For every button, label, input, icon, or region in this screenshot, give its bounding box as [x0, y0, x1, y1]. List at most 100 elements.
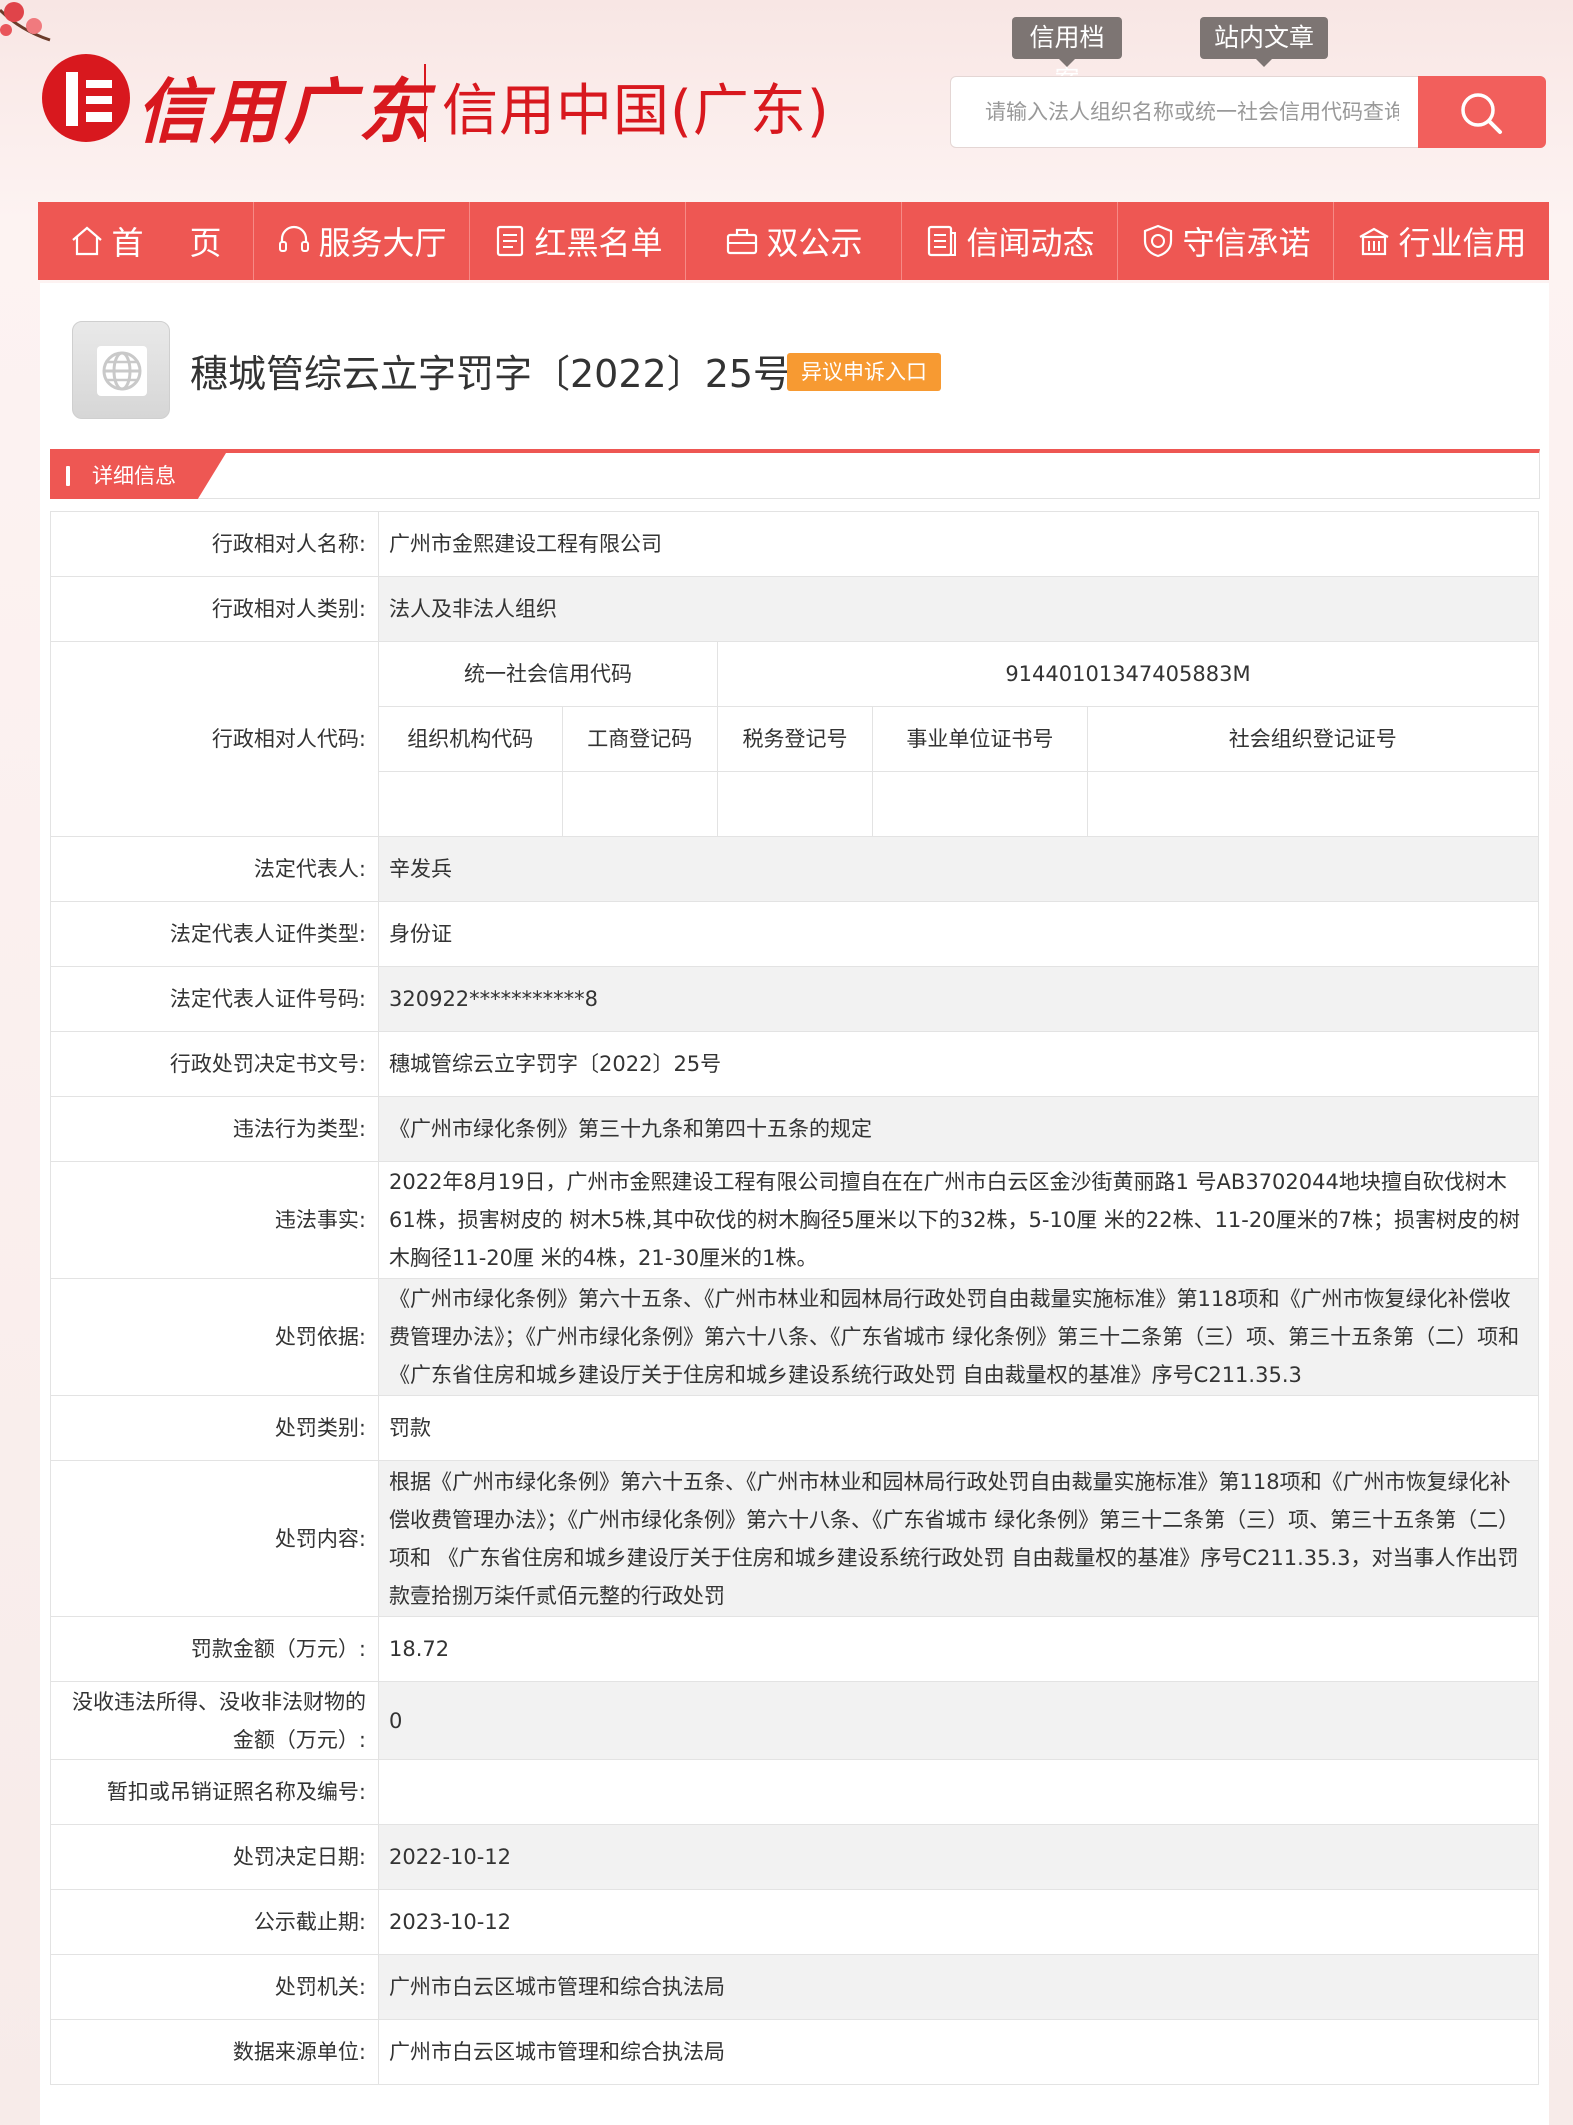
section-label: 详细信息	[92, 464, 176, 488]
org-code-value	[379, 771, 563, 836]
institution-cert-header: 事业单位证书号	[872, 706, 1088, 772]
party-codes-cell: 统一社会信用代码 91440101347405883M 组织机构代码 工商登记码…	[378, 641, 1539, 837]
field-label: 没收违法所得、没收非法财物的金额（万元）:	[50, 1681, 379, 1760]
building-icon	[1359, 227, 1390, 256]
search-button[interactable]	[1418, 76, 1546, 148]
nav-item-home[interactable]: 首页	[38, 202, 254, 280]
field-label: 行政相对人名称:	[50, 511, 379, 577]
home-icon	[72, 226, 103, 256]
penalty-content-value: 根据《广州市绿化条例》第六十五条、《广州市林业和园林局行政处罚自由裁量实施标准》…	[378, 1460, 1539, 1617]
field-label: 行政相对人类别:	[50, 576, 379, 642]
table-row: 法定代表人: 辛发兵	[50, 836, 1539, 902]
main-nav: 首页 服务大厅 红黑名单 双公示 信闻动态 守信承诺 行业信用	[38, 202, 1549, 280]
search-box	[950, 76, 1546, 148]
field-label: 违法事实:	[50, 1161, 379, 1279]
headset-icon	[279, 225, 310, 252]
record-title: 穗城管综云立字罚字〔2022〕25号	[190, 352, 792, 396]
logo-divider	[424, 64, 426, 142]
field-label: 处罚依据:	[50, 1278, 379, 1396]
nav-label: 双公示	[766, 224, 863, 262]
tax-reg-value	[716, 771, 874, 836]
decision-date-value: 2022-10-12	[378, 1824, 1539, 1890]
legal-rep-value: 辛发兵	[378, 836, 1539, 902]
table-row: 行政处罚决定书文号: 穗城管综云立字罚字〔2022〕25号	[50, 1031, 1539, 1097]
table-row: 处罚类别: 罚款	[50, 1395, 1539, 1461]
public-end-value: 2023-10-12	[378, 1889, 1539, 1955]
table-row: 罚款金额（万元）: 18.72	[50, 1616, 1539, 1682]
table-row: 数据来源单位: 广州市白云区城市管理和综合执法局	[50, 2019, 1539, 2085]
table-row: 法定代表人证件号码: 320922***********8	[50, 966, 1539, 1032]
nav-item-service-hall[interactable]: 服务大厅	[254, 202, 470, 280]
table-row: 行政相对人名称: 广州市金熙建设工程有限公司	[50, 511, 1539, 577]
table-row: 处罚机关: 广州市白云区城市管理和综合执法局	[50, 1954, 1539, 2020]
field-label: 处罚内容:	[50, 1460, 379, 1617]
tab-credit-archive[interactable]: 信用档案	[1012, 17, 1122, 94]
logo-seal-icon	[42, 54, 130, 142]
logo-subtitle: 信用中国(广东)	[442, 79, 830, 144]
table-row: 处罚决定日期: 2022-10-12	[50, 1824, 1539, 1890]
shield-icon	[1144, 224, 1173, 258]
table-row: 暂扣或吊销证照名称及编号:	[50, 1759, 1539, 1825]
table-row: 行政相对人代码: 统一社会信用代码 91440101347405883M 组织机…	[50, 641, 1539, 837]
table-row: 法定代表人证件类型: 身份证	[50, 901, 1539, 967]
search-input[interactable]	[951, 77, 1419, 147]
field-label: 罚款金额（万元）:	[50, 1616, 379, 1682]
field-label: 法定代表人证件类型:	[50, 901, 379, 967]
nav-item-industry-credit[interactable]: 行业信用	[1334, 202, 1549, 280]
record-panel: 穗城管综云立字罚字〔2022〕25号 异议申诉入口 详细信息 行政相对人名称: …	[40, 283, 1549, 2125]
table-row: 违法事实: 2022年8月19日，广州市金熙建设工程有限公司擅自在在广州市白云区…	[50, 1161, 1539, 1279]
facts-value: 2022年8月19日，广州市金熙建设工程有限公司擅自在在广州市白云区金沙街黄丽路…	[378, 1161, 1539, 1279]
field-label: 数据来源单位:	[50, 2019, 379, 2085]
tab-site-articles[interactable]: 站内文章	[1200, 17, 1328, 67]
table-row: 公示截止期: 2023-10-12	[50, 1889, 1539, 1955]
table-row: 处罚依据: 《广州市绿化条例》第六十五条、《广州市林业和园林局行政处罚自由裁量实…	[50, 1278, 1539, 1396]
nav-item-integrity-pledge[interactable]: 守信承诺	[1118, 202, 1334, 280]
table-row: 违法行为类型: 《广州市绿化条例》第三十九条和第四十五条的规定	[50, 1096, 1539, 1162]
field-label: 处罚类别:	[50, 1395, 379, 1461]
section-marker	[66, 466, 70, 486]
decision-no-value: 穗城管综云立字罚字〔2022〕25号	[378, 1031, 1539, 1097]
field-label: 处罚机关:	[50, 1954, 379, 2020]
violation-type-value: 《广州市绿化条例》第三十九条和第四十五条的规定	[378, 1096, 1539, 1162]
usc-value: 91440101347405883M	[716, 642, 1538, 707]
table-row: 行政相对人类别: 法人及非法人组织	[50, 576, 1539, 642]
business-reg-value	[561, 771, 718, 836]
tax-reg-header: 税务登记号	[716, 706, 874, 772]
org-code-header: 组织机构代码	[379, 706, 563, 772]
usc-label: 统一社会信用代码	[379, 642, 718, 707]
basis-value: 《广州市绿化条例》第六十五条、《广州市林业和园林局行政处罚自由裁量实施标准》第1…	[378, 1278, 1539, 1396]
nav-item-credit-news[interactable]: 信闻动态	[902, 202, 1118, 280]
globe-document-icon	[97, 346, 147, 396]
tab-details[interactable]: 详细信息	[50, 453, 226, 499]
nav-label: 服务大厅	[318, 224, 447, 262]
id-type-value: 身份证	[378, 901, 1539, 967]
license-value	[378, 1759, 1539, 1825]
authority-value: 广州市白云区城市管理和综合执法局	[378, 1954, 1539, 2020]
appeal-entry-button[interactable]: 异议申诉入口	[787, 353, 941, 391]
field-label: 行政相对人代码:	[50, 641, 379, 837]
data-source-value: 广州市白云区城市管理和综合执法局	[378, 2019, 1539, 2085]
table-row: 没收违法所得、没收非法财物的金额（万元）: 0	[50, 1681, 1539, 1760]
site-header: 信用广东 信用中国(广东) 信用档案 站内文章	[0, 0, 1573, 200]
search-icon	[1461, 93, 1502, 134]
confiscation-value: 0	[378, 1681, 1539, 1760]
briefcase-icon	[727, 228, 758, 255]
party-name-value: 广州市金熙建设工程有限公司	[378, 511, 1539, 577]
fine-amount-value: 18.72	[378, 1616, 1539, 1682]
nav-item-double-publicity[interactable]: 双公示	[686, 202, 902, 280]
id-number-value: 320922***********8	[378, 966, 1539, 1032]
nav-label: 信闻动态	[966, 224, 1095, 262]
news-icon	[928, 225, 957, 257]
field-label: 法定代表人:	[50, 836, 379, 902]
detail-section-header: 详细信息	[50, 449, 1540, 499]
social-org-value	[1086, 771, 1538, 836]
list-icon	[497, 225, 524, 257]
institution-cert-value	[872, 771, 1088, 836]
table-row: 处罚内容: 根据《广州市绿化条例》第六十五条、《广州市林业和园林局行政处罚自由裁…	[50, 1460, 1539, 1617]
penalty-type-value: 罚款	[378, 1395, 1539, 1461]
nav-item-red-black-list[interactable]: 红黑名单	[470, 202, 686, 280]
social-org-header: 社会组织登记证号	[1086, 706, 1538, 772]
field-label: 法定代表人证件号码:	[50, 966, 379, 1032]
field-label: 处罚决定日期:	[50, 1824, 379, 1890]
logo-script-text: 信用广东	[136, 70, 432, 153]
